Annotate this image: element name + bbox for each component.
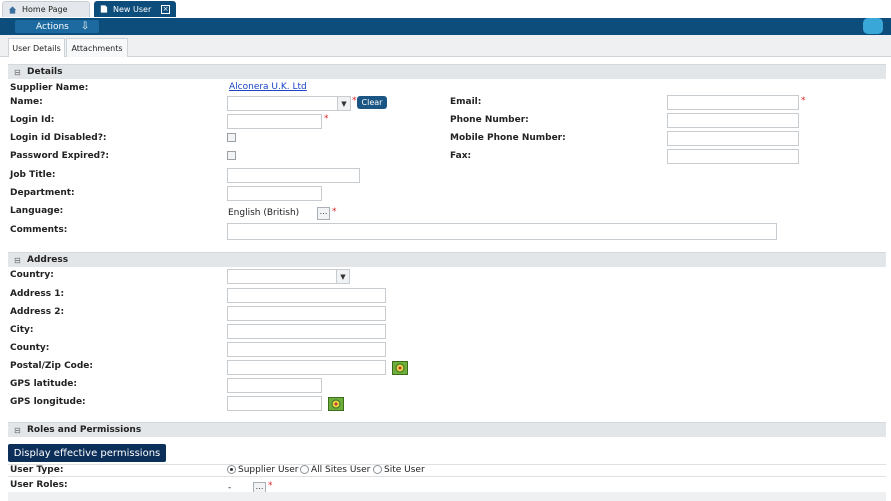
email-label: Email: — [450, 97, 482, 107]
collapse-icon[interactable]: ⊟ — [14, 68, 22, 77]
home-icon — [8, 5, 17, 14]
required-marker: * — [352, 96, 357, 106]
section-address-header[interactable]: ⊟ Address — [8, 252, 886, 267]
tab-strip: Home Page New User × — [0, 0, 891, 18]
tab-new-user-label: New User — [113, 4, 152, 14]
address1-field[interactable] — [227, 288, 386, 303]
supplier-name-link[interactable]: Alconera U.K. Ltd — [229, 82, 307, 92]
password-expired-checkbox[interactable] — [227, 151, 236, 160]
required-marker: * — [801, 96, 806, 106]
required-marker: * — [332, 207, 337, 217]
login-disabled-label: Login id Disabled?: — [10, 133, 107, 143]
city-label: City: — [10, 325, 34, 335]
county-label: County: — [10, 343, 50, 353]
language-lookup-button[interactable]: … — [317, 207, 330, 220]
chevron-down-icon[interactable]: ▼ — [336, 270, 349, 283]
supplier-name-label: Supplier Name: — [10, 83, 89, 93]
user-roles-label: User Roles: — [10, 480, 68, 490]
email-field[interactable] — [667, 95, 799, 110]
gps-longitude-field[interactable] — [227, 396, 322, 411]
clear-button[interactable]: Clear — [357, 96, 387, 109]
user-type-radio-all-sites[interactable] — [300, 465, 309, 474]
job-title-label: Job Title: — [10, 170, 56, 180]
city-field[interactable] — [227, 324, 386, 339]
required-marker: * — [324, 114, 329, 124]
address2-label: Address 2: — [10, 307, 65, 317]
address1-label: Address 1: — [10, 289, 65, 299]
arrow-down-icon: ⇩ — [80, 21, 90, 32]
country-select[interactable]: ▼ — [227, 269, 350, 284]
mobile-field[interactable] — [667, 131, 799, 146]
required-marker: * — [268, 481, 273, 491]
actions-label: Actions — [36, 21, 69, 32]
close-tab-icon[interactable]: × — [161, 4, 170, 14]
fax-field[interactable] — [667, 149, 799, 164]
language-label: Language: — [10, 206, 64, 216]
county-field[interactable] — [227, 342, 386, 357]
actions-bar: Actions ⇩ — [0, 18, 891, 35]
phone-field[interactable] — [667, 113, 799, 128]
postal-field[interactable] — [227, 360, 386, 375]
gps-latitude-field[interactable] — [227, 378, 322, 393]
subtab-attachments[interactable]: Attachments — [66, 38, 128, 57]
address2-field[interactable] — [227, 306, 386, 321]
document-icon — [100, 5, 108, 13]
login-disabled-checkbox[interactable] — [227, 133, 236, 142]
user-type-label: User Type: — [10, 465, 64, 475]
map-icon[interactable] — [392, 361, 408, 375]
postal-label: Postal/Zip Code: — [10, 361, 94, 371]
section-details-title: Details — [27, 67, 63, 77]
collapse-icon[interactable]: ⊟ — [14, 426, 22, 435]
tab-new-user[interactable]: New User × — [94, 1, 176, 17]
language-value: English (British) — [228, 208, 300, 218]
mobile-label: Mobile Phone Number: — [450, 133, 566, 143]
job-title-field[interactable] — [227, 168, 360, 183]
user-type-radio-site[interactable] — [373, 465, 382, 474]
country-label: Country: — [10, 270, 54, 280]
login-id-label: Login Id: — [10, 115, 55, 125]
comments-field[interactable] — [227, 223, 777, 240]
section-roles-header[interactable]: ⊟ Roles and Permissions — [8, 422, 886, 437]
collapse-icon[interactable]: ⊟ — [14, 256, 22, 265]
user-type-option-label: Site User — [384, 465, 425, 475]
subtab-bar: User Details Attachments — [0, 35, 891, 57]
password-expired-label: Password Expired?: — [10, 151, 109, 161]
divider — [8, 476, 886, 477]
section-roles-title: Roles and Permissions — [27, 425, 142, 435]
phone-label: Phone Number: — [450, 115, 529, 125]
login-id-field[interactable] — [227, 114, 322, 129]
map-icon[interactable] — [328, 397, 344, 411]
user-type-option-label: Supplier User — [238, 465, 299, 475]
actions-button[interactable]: Actions ⇩ — [15, 20, 99, 33]
subtab-user-details[interactable]: User Details — [8, 38, 65, 57]
department-label: Department: — [10, 188, 75, 198]
name-label: Name: — [10, 97, 43, 107]
panel-toggle-icon[interactable] — [863, 18, 883, 34]
display-permissions-button[interactable]: Display effective permissions — [8, 444, 166, 462]
name-select[interactable]: ▼ — [227, 96, 351, 111]
divider — [8, 464, 886, 465]
user-type-radio-supplier[interactable] — [227, 465, 236, 474]
tab-home-label: Home Page — [22, 5, 68, 14]
department-field[interactable] — [227, 186, 322, 201]
chevron-down-icon[interactable]: ▼ — [337, 97, 350, 110]
section-address-title: Address — [27, 255, 69, 265]
fax-label: Fax: — [450, 151, 472, 161]
tab-home-page[interactable]: Home Page — [2, 1, 90, 17]
bottom-panel-edge — [8, 492, 886, 501]
comments-label: Comments: — [10, 225, 68, 235]
section-details-header[interactable]: ⊟ Details — [8, 64, 886, 79]
user-type-option-label: All Sites User — [311, 465, 371, 475]
gps-longitude-label: GPS longitude: — [10, 397, 86, 407]
gps-latitude-label: GPS latitude: — [10, 379, 77, 389]
